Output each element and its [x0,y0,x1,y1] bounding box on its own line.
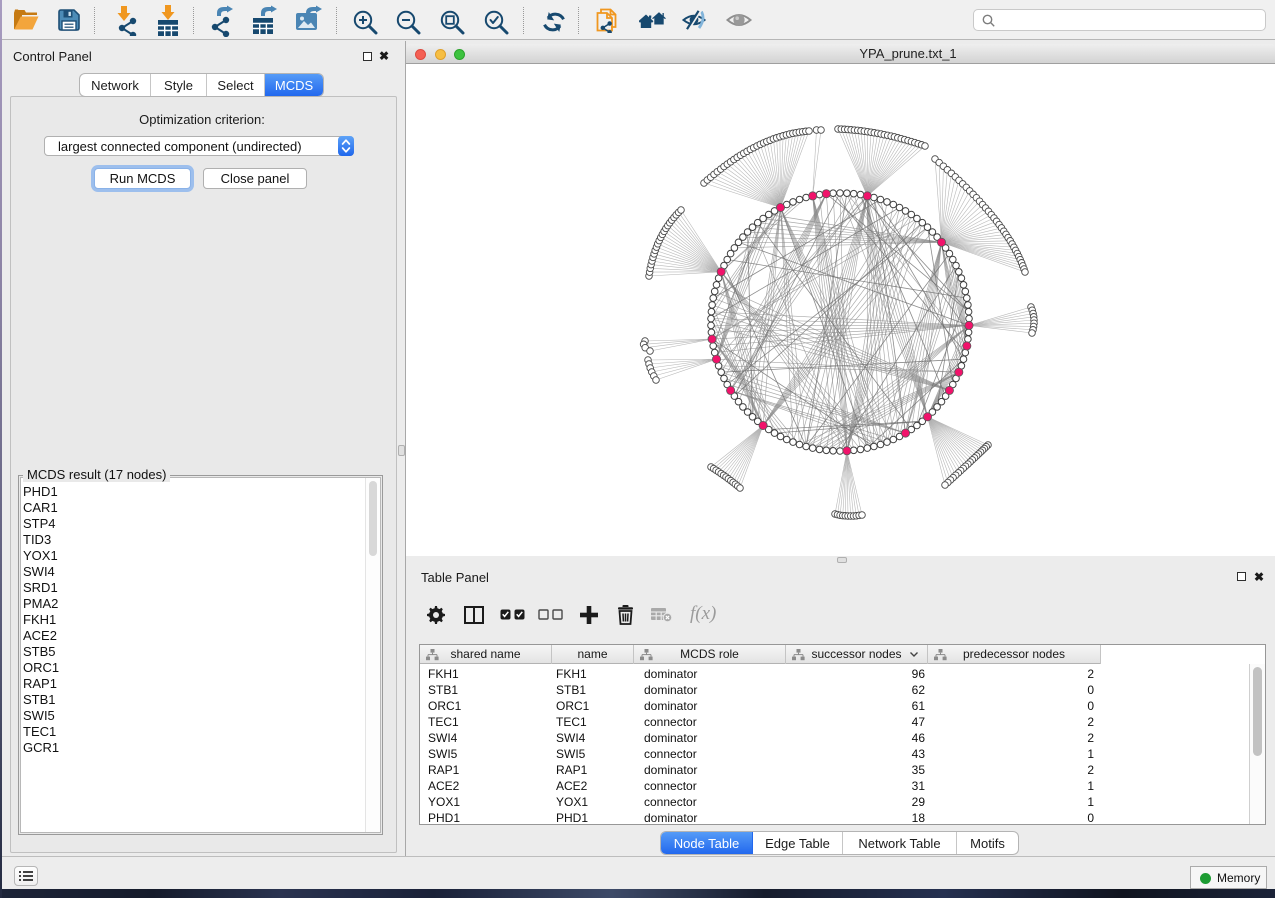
svg-text:f(x): f(x) [690,603,716,624]
